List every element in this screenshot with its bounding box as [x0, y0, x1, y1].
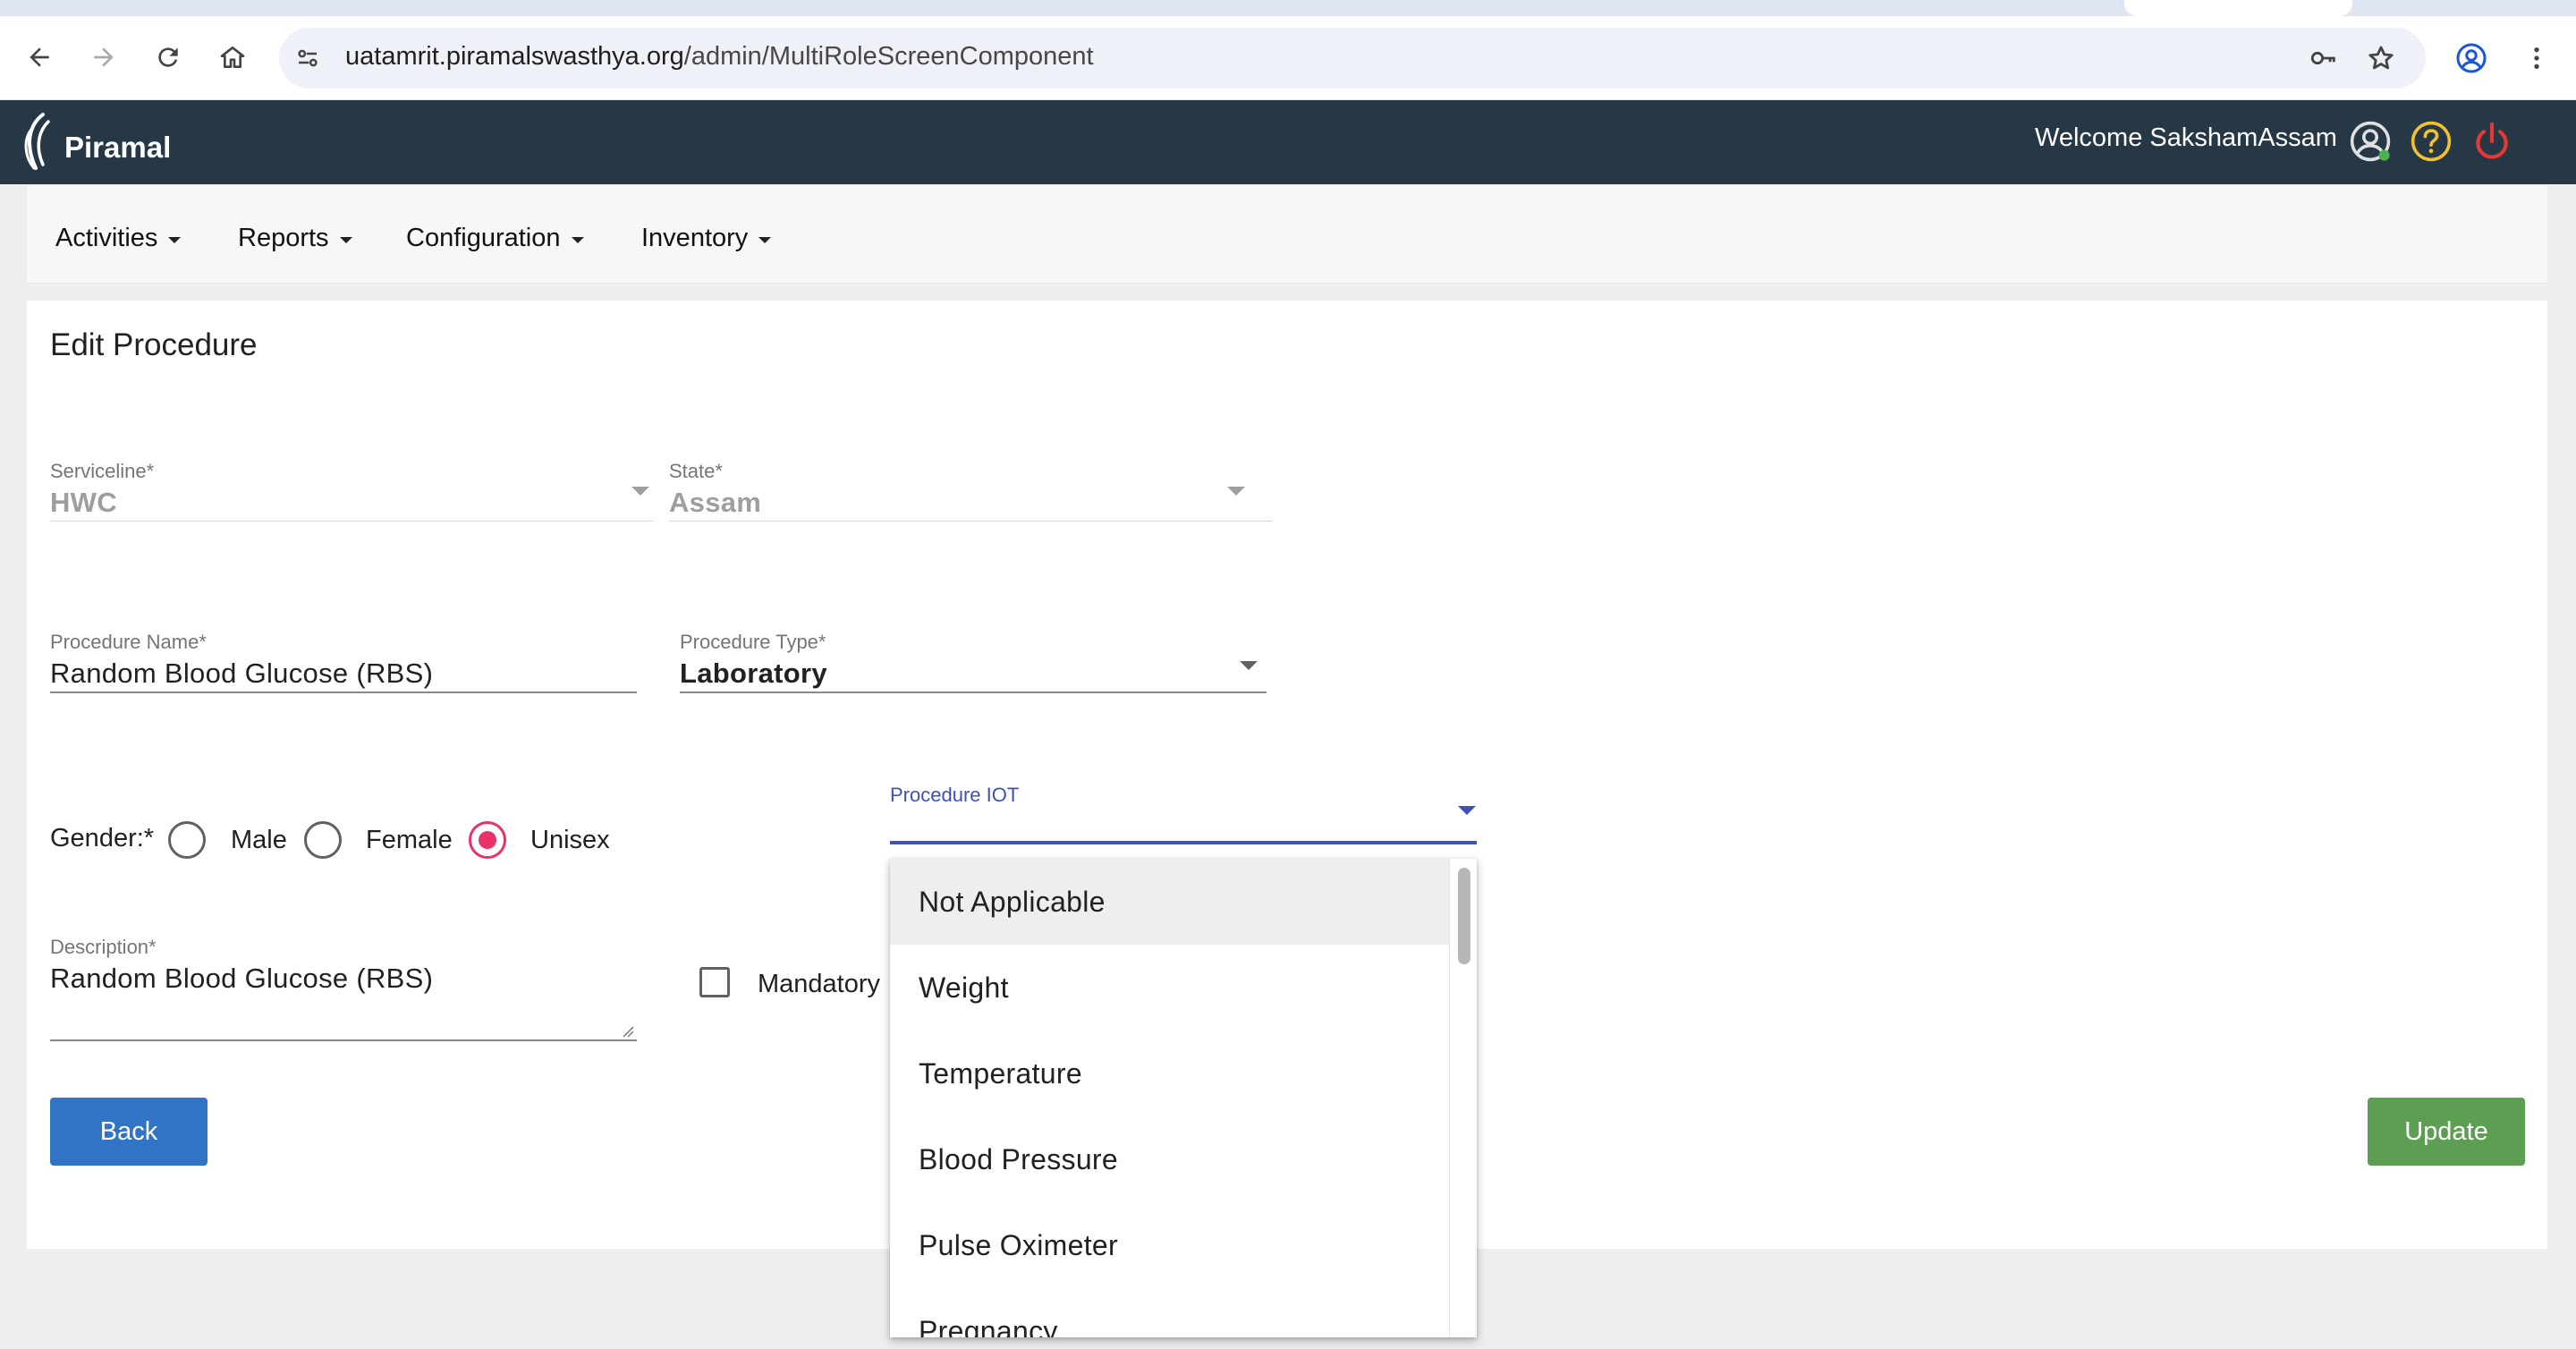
- caret-down-icon: [168, 237, 182, 243]
- dropdown-arrow-icon[interactable]: [1458, 806, 1476, 815]
- state-select: State* Assam: [669, 460, 1272, 522]
- procedure-iot-label: Procedure IOT: [890, 784, 1020, 806]
- serviceline-underline: [50, 521, 653, 522]
- serviceline-value: HWC: [50, 487, 117, 518]
- back-button[interactable]: Back: [50, 1098, 208, 1166]
- caret-down-icon: [758, 237, 772, 243]
- state-underline: [669, 521, 1272, 522]
- caret-down-icon: [339, 237, 352, 243]
- description-textarea[interactable]: Description* Random Blood Glucose (RBS): [50, 936, 637, 1041]
- browser-tab-strip-edge: [2361, 0, 2576, 16]
- iot-option-temperature[interactable]: Temperature: [890, 1031, 1449, 1116]
- serviceline-label: Serviceline*: [50, 460, 155, 482]
- reload-icon[interactable]: [150, 39, 186, 75]
- url-text: uatamrit.piramalswasthya.org/admin/Multi…: [345, 42, 1094, 72]
- menu-activities-label: Activities: [55, 224, 158, 252]
- mandatory-label[interactable]: Mandatory: [758, 970, 880, 999]
- menu-inventory-label: Inventory: [641, 224, 749, 252]
- iot-option-blood-pressure[interactable]: Blood Pressure: [890, 1116, 1449, 1202]
- procedure-iot-dropdown-panel: Not Applicable Weight Temperature Blood …: [890, 859, 1477, 1337]
- dropdown-arrow-icon: [1227, 487, 1245, 496]
- forward-arrow-icon[interactable]: [86, 39, 122, 75]
- update-button[interactable]: Update: [2368, 1098, 2525, 1166]
- procedure-name-input[interactable]: Procedure Name* Random Blood Glucose (RB…: [50, 631, 637, 693]
- password-key-icon[interactable]: [2306, 40, 2342, 76]
- procedure-type-underline: [680, 691, 1267, 693]
- logo-text: Piramal: [64, 131, 172, 164]
- iot-option-weight[interactable]: Weight: [890, 945, 1449, 1031]
- procedure-name-underline: [50, 691, 637, 693]
- menu-reports-label: Reports: [238, 224, 329, 252]
- main-menu-bar: Activities Reports Configuration Invento…: [27, 185, 2547, 284]
- caret-down-icon: [571, 237, 584, 243]
- menu-configuration[interactable]: Configuration: [406, 224, 584, 253]
- gender-female-radio[interactable]: [304, 821, 342, 859]
- browser-profile-icon[interactable]: [2453, 39, 2490, 77]
- app-header: Piramal Welcome SakshamAssam: [0, 100, 2576, 184]
- description-label: Description*: [50, 936, 157, 958]
- gender-male-radio[interactable]: [168, 821, 206, 859]
- browser-tab-strip: [0, 0, 2576, 16]
- browser-toolbar: uatamrit.piramalswasthya.org/admin/Multi…: [0, 16, 2576, 100]
- state-value: Assam: [669, 487, 762, 518]
- page-title: Edit Procedure: [50, 327, 258, 362]
- menu-inventory[interactable]: Inventory: [641, 224, 772, 253]
- menu-configuration-label: Configuration: [406, 224, 561, 252]
- user-profile-icon[interactable]: [2347, 118, 2394, 165]
- state-label: State*: [669, 460, 723, 482]
- resize-handle-icon[interactable]: [622, 1025, 634, 1038]
- procedure-type-label: Procedure Type*: [680, 631, 826, 653]
- iot-option-not-applicable[interactable]: Not Applicable: [890, 859, 1449, 945]
- menu-activities[interactable]: Activities: [55, 224, 182, 253]
- power-logout-icon[interactable]: [2469, 118, 2515, 165]
- dropdown-arrow-icon[interactable]: [1240, 661, 1258, 670]
- home-icon[interactable]: [215, 39, 250, 75]
- url-host: uatamrit.piramalswasthya.org: [345, 42, 684, 71]
- dropdown-scrollbar[interactable]: [1449, 859, 1477, 1337]
- procedure-iot-select[interactable]: [890, 841, 1477, 844]
- procedure-type-select[interactable]: Procedure Type* Laboratory: [680, 631, 1267, 693]
- welcome-text: Welcome SakshamAssam: [2035, 123, 2337, 152]
- help-icon[interactable]: [2408, 118, 2454, 165]
- gender-unisex-radio[interactable]: [469, 821, 506, 859]
- piramal-logo[interactable]: Piramal: [16, 109, 171, 177]
- url-path: /admin/MultiRoleScreenComponent: [683, 42, 1094, 71]
- gender-label: Gender:*: [50, 824, 155, 853]
- site-info-icon[interactable]: [290, 40, 326, 76]
- procedure-name-label: Procedure Name*: [50, 631, 207, 653]
- dropdown-scrollbar-thumb[interactable]: [1458, 868, 1470, 964]
- back-arrow-icon[interactable]: [21, 39, 57, 75]
- gender-male-label[interactable]: Male: [231, 826, 287, 855]
- piramal-logo-icon: [24, 113, 50, 170]
- serviceline-select: Serviceline* HWC: [50, 460, 653, 522]
- iot-option-pregnancy[interactable]: Pregnancy: [890, 1288, 1449, 1338]
- address-bar[interactable]: uatamrit.piramalswasthya.org/admin/Multi…: [279, 28, 2426, 89]
- procedure-name-value[interactable]: Random Blood Glucose (RBS): [50, 658, 637, 690]
- description-underline: [50, 1039, 637, 1041]
- procedure-type-value: Laboratory: [680, 658, 827, 689]
- browser-tab-active[interactable]: [2124, 0, 2352, 16]
- bookmark-star-icon[interactable]: [2363, 40, 2399, 76]
- gender-female-label[interactable]: Female: [366, 826, 453, 855]
- iot-option-pulse-oximeter[interactable]: Pulse Oximeter: [890, 1202, 1449, 1288]
- browser-menu-icon[interactable]: [2521, 39, 2553, 77]
- gender-unisex-label[interactable]: Unisex: [530, 826, 610, 855]
- dropdown-arrow-icon: [631, 487, 649, 496]
- description-value[interactable]: Random Blood Glucose (RBS): [50, 963, 637, 995]
- mandatory-checkbox[interactable]: [699, 967, 730, 997]
- menu-reports[interactable]: Reports: [238, 224, 352, 253]
